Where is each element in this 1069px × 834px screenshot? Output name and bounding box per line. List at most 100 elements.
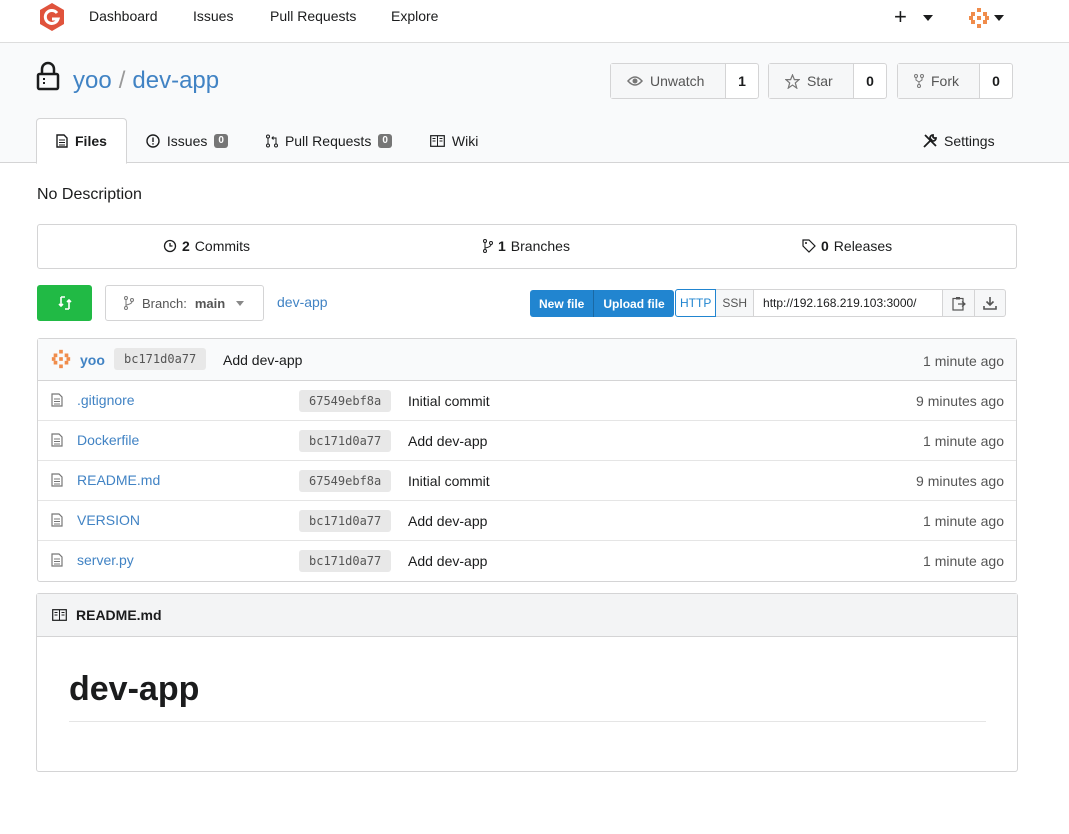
tools-icon — [923, 134, 937, 148]
gitea-logo-icon[interactable] — [37, 2, 67, 32]
tab-pull-requests[interactable]: Pull Requests 0 — [247, 118, 411, 163]
forks-count[interactable]: 0 — [980, 64, 1012, 98]
commit-sha-link[interactable]: bc171d0a77 — [299, 430, 392, 452]
issues-count-badge: 0 — [214, 133, 228, 148]
repo-description: No Description — [37, 186, 142, 203]
commit-sha-link[interactable]: bc171d0a77 — [114, 348, 207, 370]
unwatch-button[interactable]: Unwatch — [611, 64, 726, 98]
branch-prefix: Branch: — [142, 295, 187, 311]
commit-sha-link[interactable]: bc171d0a77 — [299, 510, 392, 532]
commit-time: 9 minutes ago — [916, 393, 1004, 409]
book-icon — [52, 609, 67, 621]
nav-dashboard[interactable]: Dashboard — [89, 8, 158, 24]
commit-sha-link[interactable]: 67549ebf8a — [299, 390, 392, 412]
repo-owner-link[interactable]: yoo — [73, 67, 112, 94]
avatar — [969, 8, 989, 28]
eye-icon — [627, 76, 643, 86]
history-icon — [163, 239, 177, 253]
commits-stat[interactable]: 2 Commits — [163, 238, 250, 254]
download-archive-button[interactable] — [975, 289, 1007, 317]
file-name-link[interactable]: README.md — [77, 472, 160, 488]
file-name-link[interactable]: .gitignore — [77, 392, 135, 408]
copy-url-button[interactable] — [943, 289, 976, 317]
commit-message: Add dev-app — [408, 433, 488, 449]
star-button[interactable]: Star — [769, 64, 854, 98]
table-row: Dockerfile bc171d0a77 Add dev-app 1 minute … — [38, 421, 1016, 461]
tab-files-label: Files — [75, 133, 107, 149]
unwatch-label: Unwatch — [650, 73, 705, 89]
file-name-link[interactable]: server.py — [77, 552, 134, 568]
branches-stat[interactable]: 1 Branches — [483, 238, 570, 254]
fork-button[interactable]: Fork — [898, 64, 980, 98]
compare-pull-request-button[interactable] — [37, 285, 92, 321]
tab-pull-requests-label: Pull Requests — [284, 132, 372, 149]
tab-wiki[interactable]: Wiki — [411, 118, 497, 163]
top-navbar: Dashboard Issues Pull Requests Explore + — [0, 0, 1069, 43]
readme-divider — [69, 721, 986, 722]
watchers-count[interactable]: 1 — [726, 64, 758, 98]
tab-settings[interactable]: Settings — [922, 133, 995, 149]
readme-panel: README.md dev-app — [36, 593, 1018, 772]
clone-ssh-button[interactable]: SSH — [716, 289, 755, 317]
branch-selector[interactable]: Branch: main — [105, 285, 264, 321]
nav-explore[interactable]: Explore — [391, 8, 438, 24]
commit-message: Add dev-app — [223, 352, 303, 368]
tab-files[interactable]: Files — [36, 118, 127, 164]
new-file-button[interactable]: New file — [530, 290, 595, 317]
breadcrumb[interactable]: dev-app — [277, 294, 328, 310]
file-icon — [51, 393, 63, 407]
stars-count[interactable]: 0 — [854, 64, 886, 98]
watch-button-group: Unwatch 1 — [610, 63, 759, 99]
star-icon — [785, 73, 800, 89]
table-row: server.py bc171d0a77 Add dev-app 1 minute a… — [38, 541, 1016, 581]
file-icon — [51, 553, 63, 567]
tab-issues[interactable]: Issues 0 — [127, 118, 247, 163]
fork-label: Fork — [931, 73, 959, 89]
nav-issues[interactable]: Issues — [193, 8, 233, 24]
clone-url-input[interactable]: http://192.168.219.103:3000/ — [754, 289, 944, 317]
fork-icon — [914, 74, 924, 88]
chevron-down-icon — [236, 300, 245, 306]
commit-message: Initial commit — [408, 473, 490, 489]
file-icon — [51, 473, 63, 487]
file-icon — [51, 433, 63, 447]
table-row: README.md 67549ebf8a Initial commit 9 minut… — [38, 461, 1016, 501]
repo-header: yoo / dev-app Unwatch 1 Star 0 Fork 0 File… — [0, 43, 1069, 164]
file-table: yoo bc171d0a77 Add dev-app 1 minute ago … — [37, 338, 1017, 582]
commit-author-link[interactable]: yoo — [80, 352, 105, 368]
table-row: VERSION bc171d0a77 Add dev-app 1 minute ago — [38, 501, 1016, 541]
user-menu[interactable] — [967, 6, 1004, 30]
star-button-group: Star 0 — [768, 63, 887, 99]
commit-time: 1 minute ago — [923, 433, 1004, 449]
releases-stat[interactable]: 0 Releases — [802, 238, 892, 254]
commit-message: Add dev-app — [408, 553, 488, 569]
issue-opened-icon — [146, 133, 160, 148]
download-icon — [983, 297, 997, 310]
tag-icon — [802, 239, 816, 253]
git-pull-request-icon — [265, 134, 278, 147]
commit-time: 1 minute ago — [923, 353, 1004, 369]
branch-name: main — [194, 295, 226, 311]
git-compare-icon — [57, 296, 72, 310]
tab-issues-label: Issues — [166, 132, 208, 149]
commit-sha-link[interactable]: 67549ebf8a — [299, 470, 392, 492]
file-icon — [56, 134, 68, 148]
commit-time: 1 minute ago — [923, 513, 1004, 529]
repo-title: yoo / dev-app — [73, 67, 219, 95]
repo-name-link[interactable]: dev-app — [132, 67, 219, 94]
file-name-link[interactable]: Dockerfile — [77, 432, 139, 448]
fork-button-group: Fork 0 — [897, 63, 1013, 99]
nav-pull-requests[interactable]: Pull Requests — [270, 8, 356, 24]
clone-panel: HTTP SSH http://192.168.219.103:3000/ — [675, 289, 1007, 317]
file-actions-group: New file Upload file — [530, 290, 674, 317]
commit-sha-link[interactable]: bc171d0a77 — [299, 550, 392, 572]
commit-message: Initial commit — [408, 393, 490, 409]
repo-stats-bar: 2 Commits 1 Branches 0 Releases — [37, 224, 1017, 269]
create-new-menu[interactable]: + — [894, 4, 933, 30]
upload-file-button[interactable]: Upload file — [594, 290, 673, 317]
avatar — [51, 349, 71, 369]
plus-icon: + — [894, 4, 907, 29]
repo-tabs: Files Issues 0 Pull Requests 0 Wiki — [36, 118, 497, 164]
file-name-link[interactable]: VERSION — [77, 512, 140, 528]
clone-http-button[interactable]: HTTP — [675, 289, 717, 317]
